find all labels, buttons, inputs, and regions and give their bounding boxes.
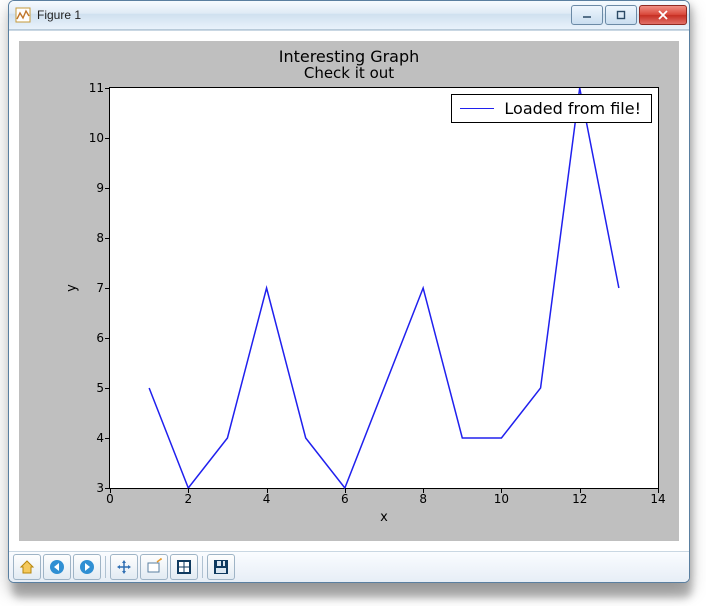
toolbar-separator	[202, 556, 203, 578]
y-tick-mark	[105, 88, 110, 89]
x-tick-label: 0	[106, 492, 114, 506]
window-buttons	[571, 5, 687, 25]
y-tick-label: 9	[96, 181, 104, 195]
x-tick-label: 14	[650, 492, 665, 506]
x-axis-label: x	[380, 510, 388, 525]
legend-label: Loaded from file!	[504, 99, 641, 118]
x-tick-label: 6	[341, 492, 349, 506]
legend: Loaded from file!	[451, 94, 652, 123]
y-tick-label: 4	[96, 431, 104, 445]
client-area: Interesting Graph Check it out Loaded fr…	[9, 30, 689, 582]
x-tick-label: 2	[184, 492, 192, 506]
y-tick-mark	[105, 438, 110, 439]
y-tick-label: 11	[89, 81, 104, 95]
app-icon	[15, 7, 31, 23]
y-tick-mark	[105, 338, 110, 339]
maximize-button[interactable]	[605, 5, 637, 25]
x-tick-label: 10	[494, 492, 509, 506]
y-tick-mark	[105, 238, 110, 239]
zoom-button[interactable]	[140, 554, 168, 580]
nav-toolbar	[9, 551, 689, 582]
home-button[interactable]	[13, 554, 41, 580]
titlebar[interactable]: Figure 1	[9, 1, 689, 30]
x-tick-label: 12	[572, 492, 587, 506]
minimize-button[interactable]	[571, 5, 603, 25]
close-button[interactable]	[639, 5, 687, 25]
pan-button[interactable]	[110, 554, 138, 580]
x-tick-label: 4	[263, 492, 271, 506]
plot-axes: Loaded from file! x y 024681012143456789…	[109, 87, 659, 489]
y-tick-mark	[105, 388, 110, 389]
y-tick-label: 5	[96, 381, 104, 395]
window-title: Figure 1	[37, 8, 571, 22]
save-button[interactable]	[207, 554, 235, 580]
x-tick-label: 8	[419, 492, 427, 506]
y-tick-mark	[105, 488, 110, 489]
subplots-button[interactable]	[170, 554, 198, 580]
chart-subtitle: Check it out	[19, 64, 679, 82]
y-tick-mark	[105, 288, 110, 289]
forward-button[interactable]	[73, 554, 101, 580]
y-tick-mark	[105, 188, 110, 189]
y-tick-label: 3	[96, 481, 104, 495]
data-line	[110, 88, 658, 488]
toolbar-separator	[105, 556, 106, 578]
legend-swatch	[460, 108, 494, 109]
y-axis-label: y	[65, 284, 80, 292]
y-tick-label: 8	[96, 231, 104, 245]
y-tick-mark	[105, 138, 110, 139]
back-button[interactable]	[43, 554, 71, 580]
y-tick-label: 10	[89, 131, 104, 145]
y-tick-label: 7	[96, 281, 104, 295]
y-tick-label: 6	[96, 331, 104, 345]
figure-canvas[interactable]: Interesting Graph Check it out Loaded fr…	[9, 31, 689, 551]
figure-window: Figure 1 Interesting Graph Check it out	[8, 0, 690, 583]
